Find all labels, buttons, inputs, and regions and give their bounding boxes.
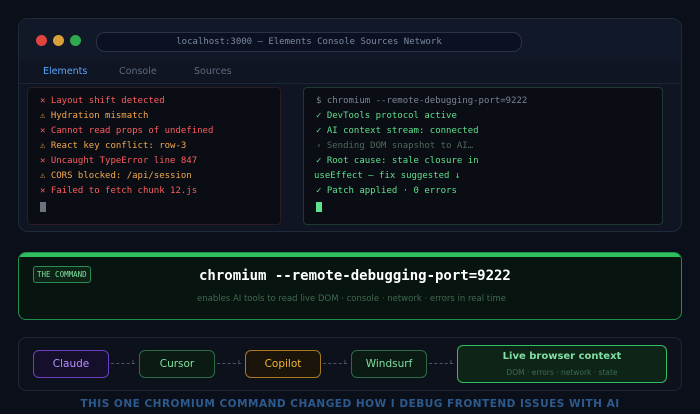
arrow-right-icon: ›: [237, 357, 241, 367]
close-window-button[interactable]: [36, 35, 47, 46]
minimize-window-button[interactable]: [53, 35, 64, 46]
tab-console[interactable]: Console: [119, 66, 157, 77]
live-context-subtitle: DOM · errors · network · state: [506, 368, 618, 377]
live-context-title: Live browser context: [502, 351, 622, 362]
command-text: chromium --remote-debugging-port=9222: [199, 268, 511, 284]
caption: THIS ONE CHROMIUM COMMAND CHANGED HOW I …: [80, 398, 620, 410]
error-icon: ✕: [40, 156, 46, 166]
error-icon: ✕: [40, 96, 46, 106]
tab-sources[interactable]: Sources: [194, 66, 232, 77]
title-bar: localhost:3000 — Elements Console Source…: [19, 19, 681, 61]
terminal-command: $ chromium --remote-debugging-port=9222: [316, 96, 528, 106]
card-accent-line: [19, 253, 681, 257]
ai-tools-flow: Claude › Cursor › Copilot › Windsurf › L…: [18, 337, 682, 391]
command-description: enables AI tools to read live DOM · cons…: [197, 294, 507, 304]
terminal-line: › Sending DOM snapshot to AI…: [316, 141, 474, 151]
flow-node-copilot: Copilot: [245, 350, 321, 378]
tab-elements[interactable]: Elements: [43, 66, 87, 77]
address-bar[interactable]: localhost:3000 — Elements Console Source…: [96, 32, 522, 52]
terminal-cursor: [316, 202, 322, 212]
terminal-line: ✓ Patch applied · 0 errors: [316, 186, 457, 196]
console-line: ✕ Layout shift detected: [40, 96, 165, 106]
console-line: ⚠ CORS blocked: /api/session: [40, 171, 192, 181]
terminal-pane: $ chromium --remote-debugging-port=9222 …: [303, 87, 663, 225]
terminal-line: ✓ Root cause: stale closure in: [316, 156, 479, 166]
browser-window: localhost:3000 — Elements Console Source…: [18, 18, 682, 232]
arrow-right-icon: ›: [449, 357, 453, 367]
console-line: ✕ Uncaught TypeError line 847: [40, 156, 198, 166]
warning-icon: ⚠: [40, 141, 46, 151]
terminal-line: ✓ AI context stream: connected: [316, 126, 479, 136]
warning-icon: ⚠: [40, 111, 46, 121]
console-line: ✕ Cannot read props of undefined: [40, 126, 214, 136]
flow-node-windsurf: Windsurf: [351, 350, 427, 378]
maximize-window-button[interactable]: [70, 35, 81, 46]
devtools-tabs: Elements Console Sources: [19, 61, 681, 84]
error-icon: ✕: [40, 186, 46, 196]
console-line: ✕ Failed to fetch chunk 12.js: [40, 186, 198, 196]
console-line: ⚠ React key conflict: row-3: [40, 141, 187, 151]
terminal-line: ✓ DevTools protocol active: [316, 111, 457, 121]
error-icon: ✕: [40, 126, 46, 136]
text-cursor: [40, 202, 46, 212]
command-badge: THE COMMAND: [33, 266, 91, 283]
warning-icon: ⚠: [40, 171, 46, 181]
flow-node-claude: Claude: [33, 350, 109, 378]
arrow-right-icon: ›: [131, 357, 135, 367]
console-line: ⚠ Hydration mismatch: [40, 111, 149, 121]
terminal-line: useEffect — fix suggested ↓: [314, 171, 461, 181]
arrow-right-icon: ›: [343, 357, 347, 367]
flow-node-cursor: Cursor: [139, 350, 215, 378]
flow-node-live-browser-context: Live browser context DOM · errors · netw…: [457, 345, 667, 383]
console-errors-pane: ✕ Layout shift detected ⚠ Hydration mism…: [27, 87, 281, 225]
command-card: THE COMMAND chromium --remote-debugging-…: [18, 252, 682, 320]
